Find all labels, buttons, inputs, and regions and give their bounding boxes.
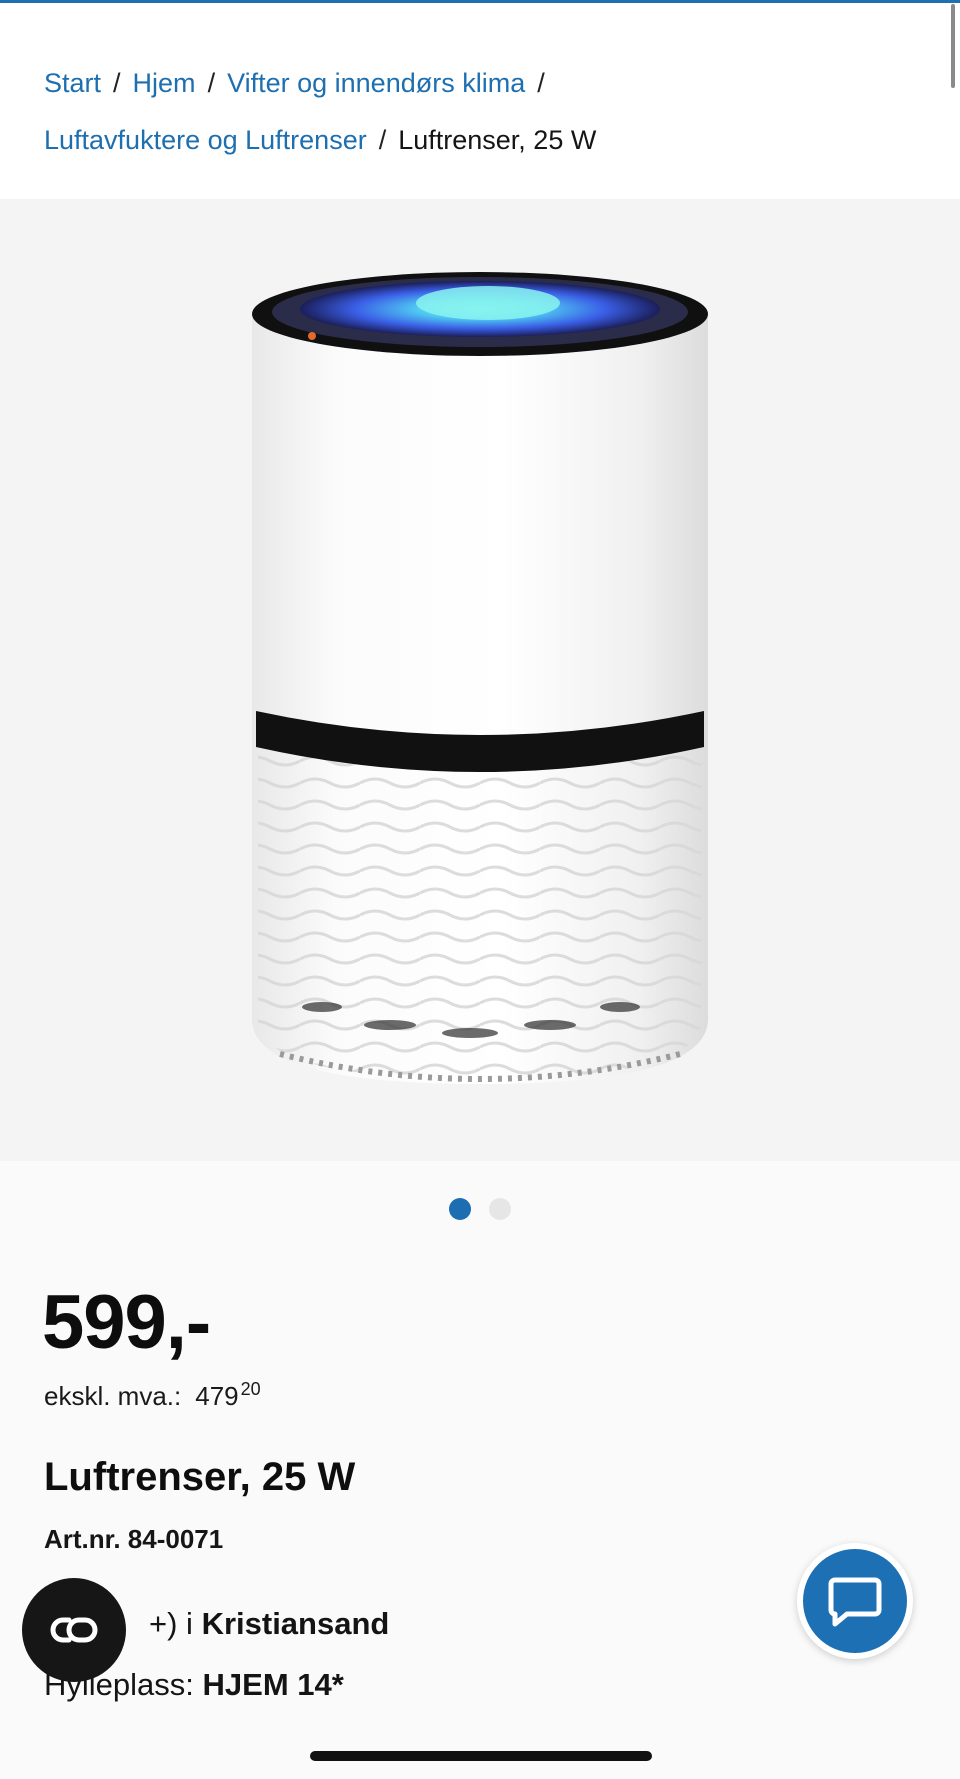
breadcrumb-separator: / xyxy=(207,68,216,98)
shelf-value: HJEM 14* xyxy=(202,1667,344,1702)
stock-store-name[interactable]: Kristiansand xyxy=(202,1606,390,1641)
vat-ore: 20 xyxy=(240,1379,261,1399)
price-excluding-vat: ekskl. mva.: 479 20 xyxy=(44,1379,261,1416)
gallery-pagination xyxy=(449,1198,511,1220)
gallery-dot-1[interactable] xyxy=(449,1198,471,1220)
chat-bubble-icon xyxy=(828,1577,882,1627)
breadcrumb-link-luftavfuktere[interactable]: Luftavfuktere og Luftrenser xyxy=(44,125,367,155)
breadcrumb-line-2: Luftavfuktere og Luftrenser / Luftrenser, … xyxy=(44,122,596,158)
air-purifier-product-image xyxy=(252,272,708,1084)
breadcrumb-separator: / xyxy=(378,125,387,155)
breadcrumb-link-hjem[interactable]: Hjem xyxy=(133,68,196,98)
breadcrumb-link-start[interactable]: Start xyxy=(44,68,101,98)
product-title: Luftrenser, 25 W xyxy=(44,1455,356,1499)
vat-label: ekskl. mva.: xyxy=(44,1381,182,1411)
stock-prefix: +) i xyxy=(149,1606,193,1641)
breadcrumb: Start / Hjem / Vifter og innendørs klima / Lu… xyxy=(0,3,960,199)
product-price: 599,- xyxy=(42,1280,211,1365)
article-number: Art.nr. 84-0071 xyxy=(44,1524,224,1554)
chat-button-inner xyxy=(803,1549,907,1653)
product-image-gallery[interactable] xyxy=(0,199,960,1161)
cookie-consent-icon xyxy=(50,1617,98,1643)
breadcrumb-line-1: Start / Hjem / Vifter og innendørs klima / xyxy=(44,65,557,101)
breadcrumb-current: Luftrenser, 25 W xyxy=(398,125,597,155)
gallery-dot-2[interactable] xyxy=(489,1198,511,1220)
breadcrumb-separator: / xyxy=(537,68,545,98)
breadcrumb-link-vifter[interactable]: Vifter og innendørs klima xyxy=(227,68,525,98)
scrollbar-thumb[interactable] xyxy=(951,4,955,88)
cookie-settings-button[interactable] xyxy=(22,1578,126,1682)
vat-kroner: 479 xyxy=(195,1381,239,1411)
breadcrumb-separator: / xyxy=(113,68,121,98)
chat-button[interactable] xyxy=(797,1543,913,1659)
home-indicator xyxy=(310,1751,652,1761)
